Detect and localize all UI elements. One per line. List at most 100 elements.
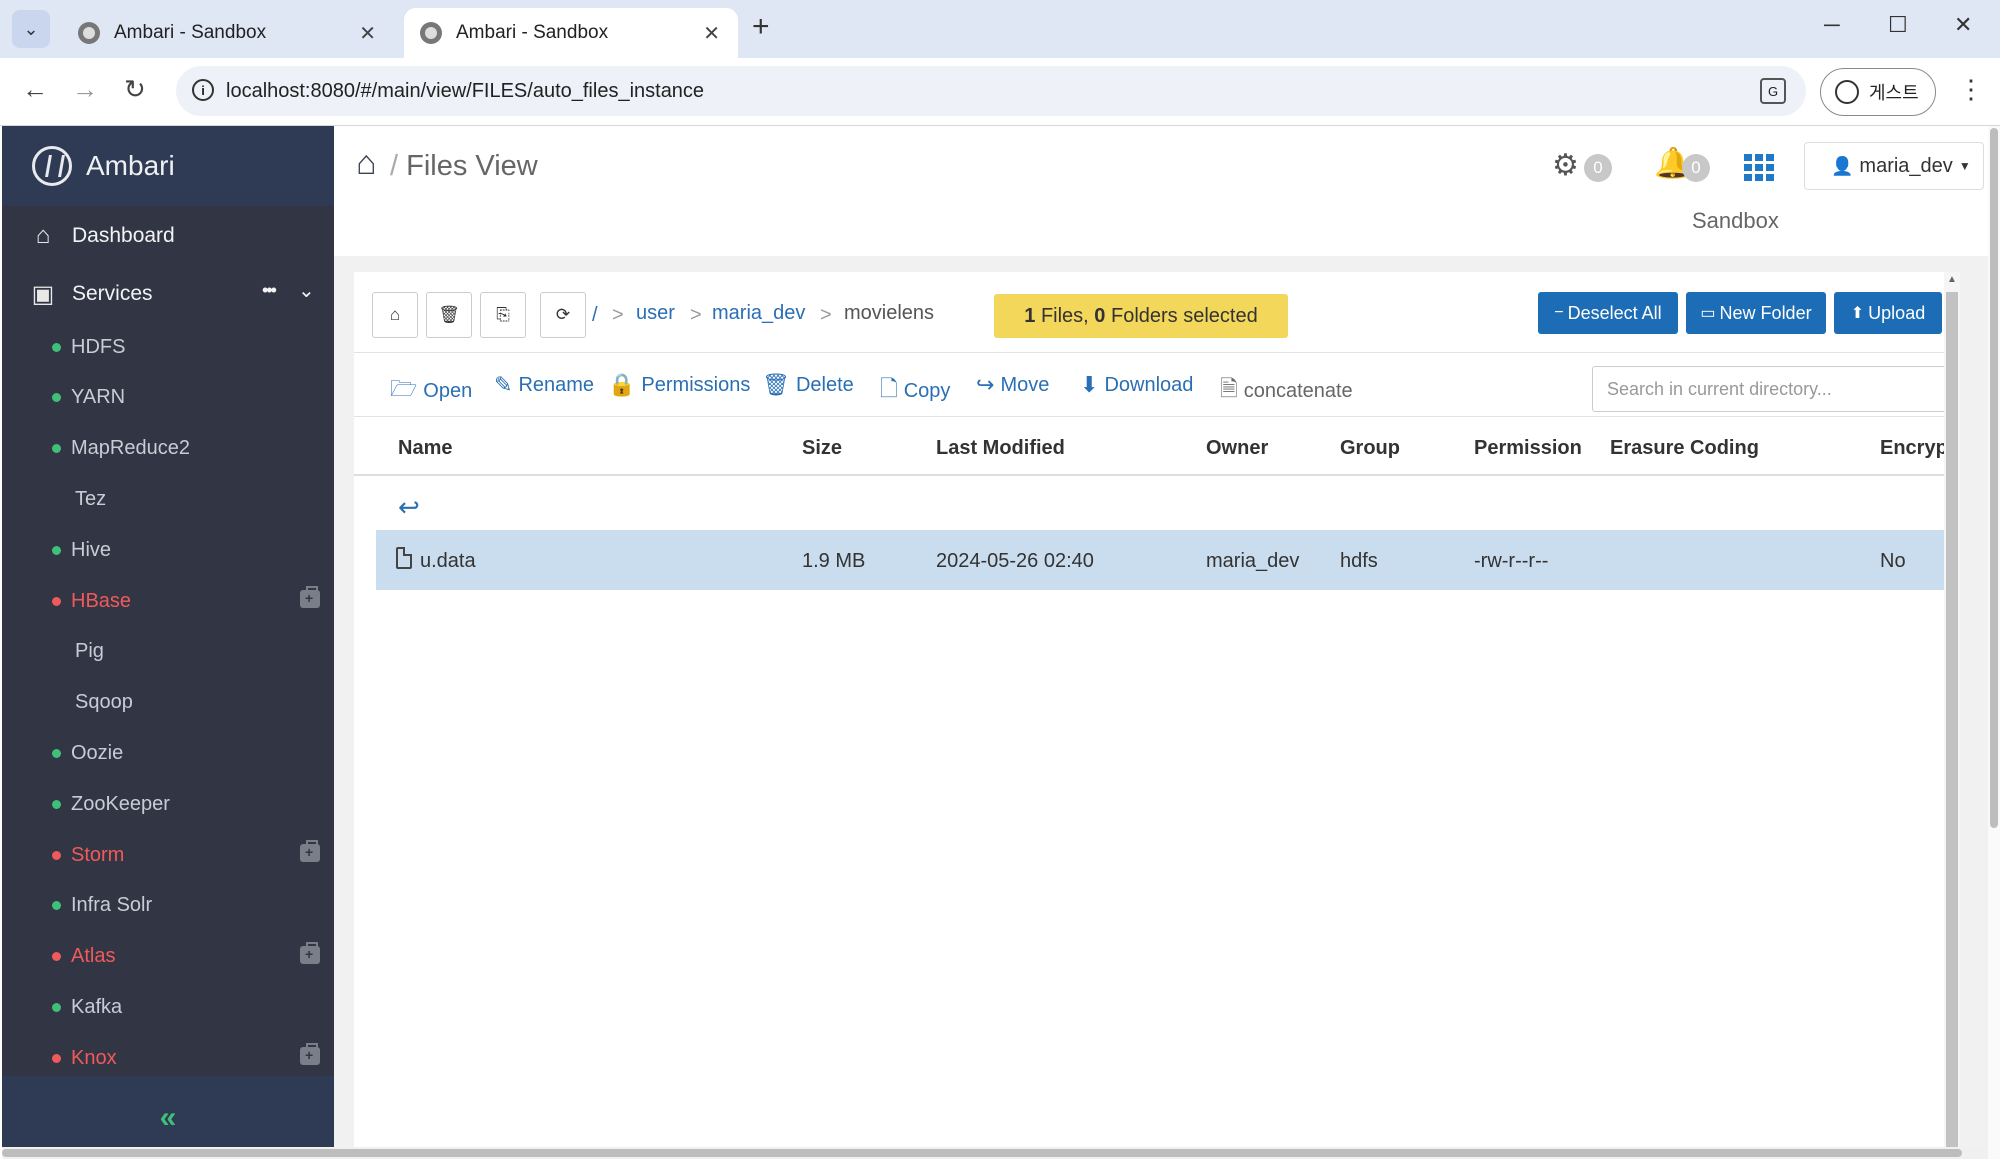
back-reply-icon[interactable]: ↩ [398, 492, 420, 523]
table-row[interactable]: u.data 1.9 MB 2024-05-26 02:40 maria_dev… [376, 530, 1946, 590]
tab-search-chevron-icon[interactable]: ⌄ [12, 10, 50, 48]
concatenate-action[interactable]: 🗎 concatenate [1220, 372, 1353, 410]
sidebar-item-kafka[interactable]: Kafka [2, 982, 334, 1032]
sidebar-item-yarn[interactable]: YARN [2, 373, 334, 423]
parent-directory-row[interactable]: ↩ [354, 478, 1946, 534]
forward-arrow-icon[interactable]: → [72, 74, 98, 105]
ops-count-badge[interactable]: 0 [1584, 154, 1612, 182]
tab-close-icon[interactable]: ✕ [703, 21, 720, 46]
path-link-maria-dev[interactable]: maria_dev [712, 302, 805, 325]
column-header-owner[interactable]: Owner [1206, 437, 1268, 460]
sidebar-item-hbase[interactable]: HBase [2, 576, 334, 626]
sidebar-item-label: Atlas [71, 945, 116, 968]
maximize-icon[interactable]: ☐ [1888, 12, 1908, 38]
scroll-up-arrow-icon[interactable]: ▲ [1947, 274, 1957, 285]
column-header-size[interactable]: Size [802, 437, 842, 460]
new-folder-button[interactable]: ▭ New Folder [1686, 292, 1826, 334]
open-action[interactable]: 🗁 Open [390, 372, 472, 410]
sidebar-item-oozie[interactable]: Oozie [2, 728, 334, 778]
move-action[interactable]: ↪ Move [976, 372, 1049, 398]
home-icon[interactable]: ⌂ [356, 144, 377, 183]
file-last-modified: 2024-05-26 02:40 [936, 550, 1094, 572]
ambari-logo-icon [32, 146, 72, 186]
sidebar-item-label: YARN [71, 386, 126, 409]
sidebar-item-atlas[interactable]: Atlas [2, 932, 334, 982]
sidebar-item-label: Kafka [71, 995, 123, 1018]
path-current: movielens [844, 302, 935, 324]
refresh-button[interactable]: ⟳ [540, 292, 586, 338]
scrollbar-thumb[interactable] [2, 1149, 1962, 1157]
sidebar-item-pig[interactable]: Pig [2, 627, 334, 677]
sidebar: Ambari ⌂ Dashboard ▣ Services ••• ⌄ HDFS… [2, 126, 334, 1159]
reload-icon[interactable]: ↻ [124, 74, 146, 105]
scrollbar-thumb[interactable] [1946, 292, 1958, 1159]
panel-scrollbar[interactable]: ▲ [1944, 272, 1960, 1159]
window-close-icon[interactable]: ✕ [1954, 12, 1972, 38]
alerts-count-badge[interactable]: 0 [1682, 154, 1710, 182]
path-link-user[interactable]: user [636, 302, 675, 325]
column-header-erasure-coding[interactable]: Erasure Coding [1610, 437, 1759, 460]
go-home-button[interactable]: ⌂ [372, 292, 418, 338]
content-area: ⌂ 🗑 ⎘ ⟳ / > user > maria_dev > movielens… [334, 256, 1988, 1159]
page-scrollbar[interactable] [1988, 126, 2000, 1159]
translate-icon[interactable]: G [1760, 78, 1786, 104]
browser-tab-title: Ambari - Sandbox [456, 22, 609, 43]
sidebar-item-hdfs[interactable]: HDFS [2, 322, 334, 372]
paste-button[interactable]: ⎘ [480, 292, 526, 338]
path-root-link[interactable]: / [592, 304, 598, 327]
user-menu-button[interactable]: 👤 maria_dev ▼ [1804, 142, 1984, 190]
horizontal-scrollbar[interactable] [2, 1147, 1988, 1159]
download-action[interactable]: ⬇ Download [1080, 372, 1193, 398]
file-permission: -rw-r--r-- [1474, 550, 1549, 572]
upload-button[interactable]: ⬆ Upload [1834, 292, 1942, 334]
sidebar-item-label: Tez [75, 487, 107, 510]
column-header-group[interactable]: Group [1340, 437, 1400, 460]
address-bar[interactable]: i localhost:8080/#/main/view/FILES/auto_… [176, 66, 1806, 116]
deselect-all-button[interactable]: − Deselect All [1538, 292, 1678, 334]
scrollbar-thumb[interactable] [1990, 128, 1998, 828]
sidebar-item-hive[interactable]: Hive [2, 525, 334, 575]
search-input[interactable] [1592, 366, 1946, 412]
sidebar-item-sqoop[interactable]: Sqoop [2, 678, 334, 728]
edit-icon: ✎ [494, 372, 513, 397]
column-header-encryption[interactable]: Encryp [1880, 437, 1948, 460]
sidebar-item-tez[interactable]: Tez [2, 474, 334, 524]
site-info-icon[interactable]: i [192, 79, 214, 101]
permissions-action[interactable]: 🔒 Permissions [608, 372, 750, 398]
gear-icon[interactable]: ⚙ [1552, 148, 1579, 183]
path-separator: > [612, 304, 624, 326]
minimize-icon[interactable]: ─ [1824, 12, 1840, 38]
brand[interactable]: Ambari [2, 126, 334, 206]
file-encrypted: No [1880, 550, 1906, 572]
sidebar-item-services[interactable]: ▣ Services ••• ⌄ [2, 266, 334, 322]
tab-close-icon[interactable]: ✕ [359, 21, 376, 46]
status-dot-icon [52, 1053, 61, 1063]
services-more-icon[interactable]: ••• [262, 280, 277, 301]
copy-action[interactable]: 🗋 Copy [880, 372, 950, 410]
sidebar-item-zookeeper[interactable]: ZooKeeper [2, 779, 334, 829]
sidebar-item-infra-solr[interactable]: Infra Solr [2, 881, 334, 931]
open-label: Open [423, 379, 473, 402]
views-grid-icon[interactable] [1744, 154, 1774, 182]
selection-status: 1 Files, 0 Folders selected [994, 294, 1288, 338]
sidebar-item-storm[interactable]: Storm [2, 830, 334, 880]
sidebar-item-dashboard[interactable]: ⌂ Dashboard [2, 208, 334, 264]
browser-tab-2[interactable]: Ambari - Sandbox ✕ [404, 8, 738, 58]
rename-action[interactable]: ✎ Rename [494, 372, 594, 398]
maintenance-mode-icon [300, 941, 320, 964]
chevron-down-icon[interactable]: ⌄ [298, 278, 315, 303]
profile-button[interactable]: 게스트 [1820, 68, 1936, 116]
new-tab-icon[interactable]: + [752, 10, 770, 44]
column-header-last-modified[interactable]: Last Modified [936, 437, 1065, 460]
browser-tab-1[interactable]: Ambari - Sandbox ✕ [62, 8, 394, 58]
back-arrow-icon[interactable]: ← [22, 74, 48, 105]
folder-open-icon: 🗁 [390, 376, 418, 401]
file-name[interactable]: u.data [420, 550, 476, 573]
column-header-name[interactable]: Name [398, 437, 452, 460]
delete-action[interactable]: 🗑 Delete [762, 372, 854, 398]
column-header-permission[interactable]: Permission [1474, 437, 1582, 460]
sidebar-item-mapreduce2[interactable]: MapReduce2 [2, 424, 334, 474]
browser-menu-icon[interactable]: ⋮ [1958, 74, 1984, 105]
breadcrumb-separator: / [390, 150, 399, 182]
trash-button[interactable]: 🗑 [426, 292, 472, 338]
